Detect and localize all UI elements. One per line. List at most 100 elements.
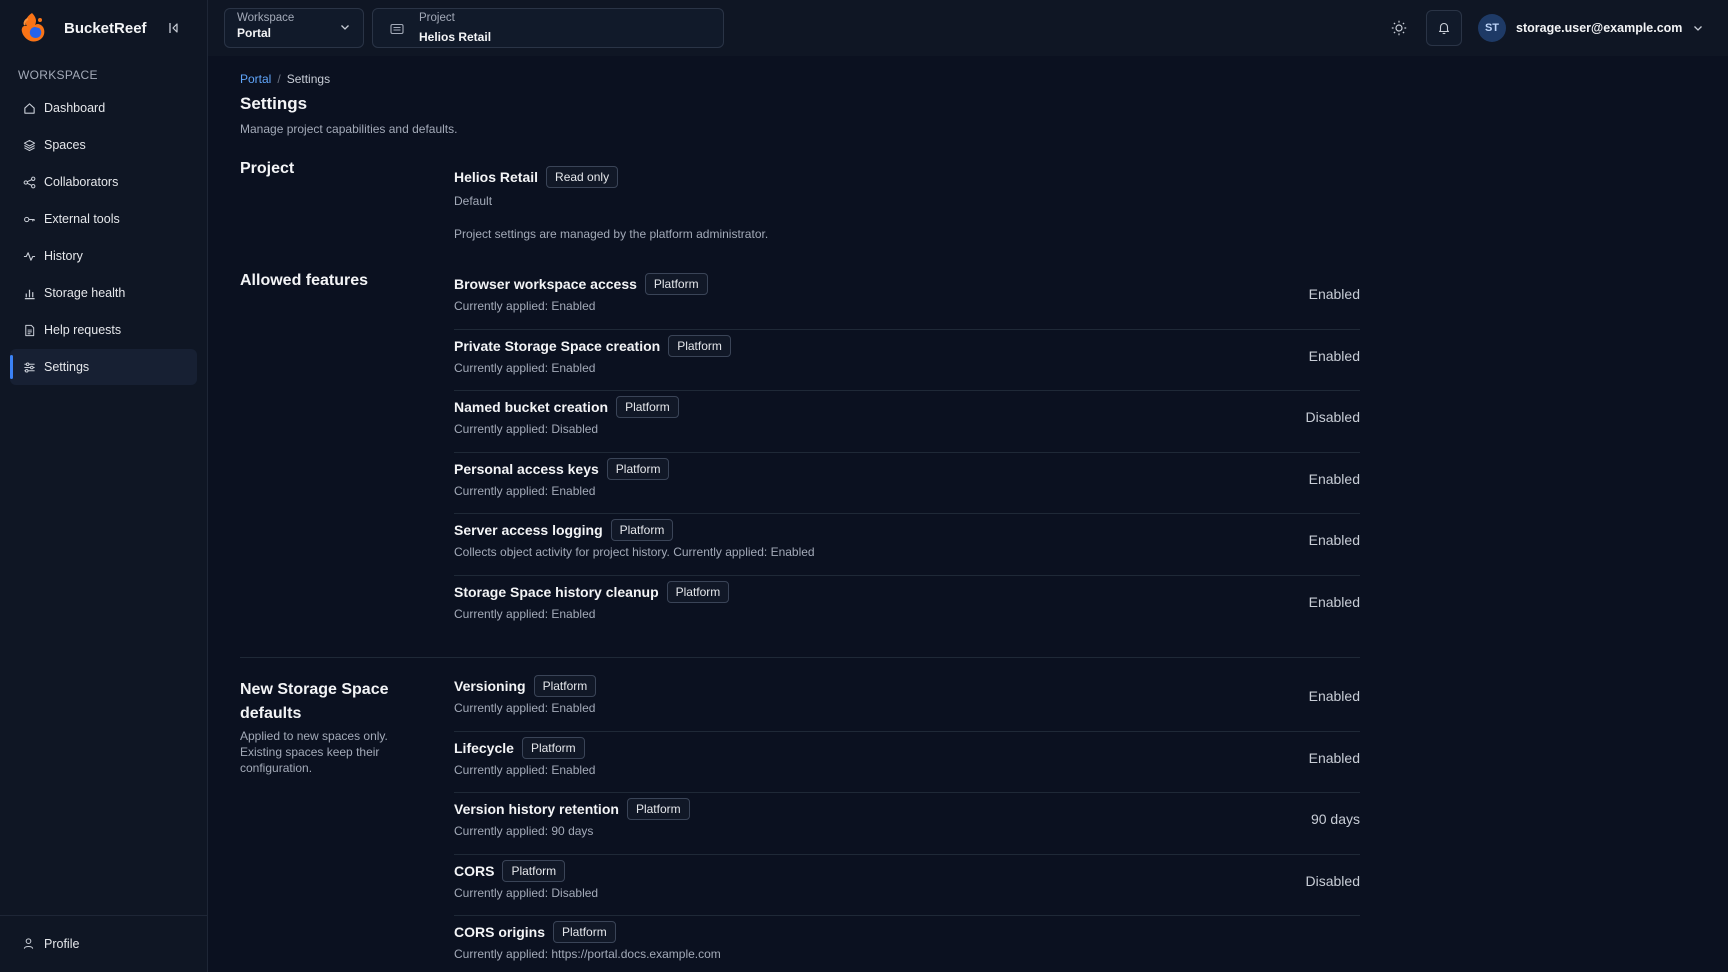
breadcrumb-root-link[interactable]: Portal bbox=[240, 72, 271, 86]
share-icon bbox=[22, 175, 36, 189]
user-menu[interactable]: ST storage.user@example.com bbox=[1478, 14, 1704, 42]
home-icon bbox=[22, 101, 36, 115]
default-row-cors: CORS Platform Currently applied: Disabled… bbox=[454, 855, 1360, 917]
sidebar-item-label: External tools bbox=[44, 212, 120, 226]
feature-applied-status: Currently applied: Enabled bbox=[454, 299, 596, 313]
theme-toggle-button[interactable] bbox=[1390, 19, 1408, 37]
project-admin-note: Project settings are managed by the plat… bbox=[454, 227, 769, 241]
allowed-features-list: Browser workspace access Platform Current… bbox=[454, 268, 1360, 638]
new-defaults-title: New Storage Space defaults bbox=[240, 681, 389, 722]
platform-badge: Platform bbox=[606, 457, 670, 480]
sidebar-section-label: WORKSPACE bbox=[18, 68, 98, 82]
app-name: BucketReef bbox=[64, 19, 147, 37]
default-applied-status: Currently applied: https://portal.docs.e… bbox=[454, 947, 721, 962]
project-select-label: Project bbox=[419, 12, 455, 24]
feature-applied-status: Currently applied: Disabled bbox=[454, 422, 599, 437]
user-email: storage.user@example.com bbox=[1516, 21, 1683, 35]
feature-title: Server access logging bbox=[454, 522, 603, 539]
feature-title: Personal access keys bbox=[454, 460, 599, 477]
sun-icon bbox=[1391, 20, 1407, 36]
platform-badge: Platform bbox=[644, 273, 708, 295]
sidebar-item-settings[interactable]: Settings bbox=[10, 349, 197, 385]
collapse-icon bbox=[169, 23, 178, 33]
feature-row-named-bucket-creation: Named bucket creation Platform Currently … bbox=[454, 391, 1360, 453]
workspace-select[interactable]: Workspace Portal bbox=[224, 8, 364, 48]
layers-icon bbox=[22, 138, 36, 152]
file-text-icon bbox=[22, 323, 36, 337]
project-select[interactable]: Project Helios Retail bbox=[372, 8, 724, 48]
bell-icon bbox=[1438, 22, 1450, 35]
project-select-value: Helios Retail bbox=[419, 30, 492, 44]
feature-value: Enabled bbox=[1308, 593, 1360, 610]
sidebar-item-label: Collaborators bbox=[44, 175, 119, 189]
platform-badge: Platform bbox=[610, 519, 674, 542]
sidebar-item-dashboard[interactable]: Dashboard bbox=[10, 90, 197, 126]
project-name: Helios Retail bbox=[454, 169, 539, 185]
platform-badge: Platform bbox=[533, 675, 597, 697]
activity-icon bbox=[22, 249, 36, 263]
default-row-cors-origins: CORS origins Platform Currently applied: … bbox=[454, 916, 1360, 972]
feature-applied-status: Currently applied: Enabled bbox=[454, 360, 596, 375]
feature-value: Enabled bbox=[1308, 286, 1360, 302]
feature-title: Private Storage Space creation bbox=[454, 337, 661, 354]
sidebar-item-history[interactable]: History bbox=[10, 238, 197, 274]
brand[interactable]: BucketReef bbox=[18, 10, 147, 46]
feature-row-private-storage-space-creation: Private Storage Space creation Platform C… bbox=[454, 330, 1360, 392]
feature-applied-status: Collects object activity for project his… bbox=[454, 545, 815, 560]
allowed-features-title: Allowed features bbox=[240, 272, 369, 289]
feature-value: Enabled bbox=[1308, 532, 1360, 549]
default-value: Enabled bbox=[1308, 749, 1360, 766]
sidebar-item-label: Dashboard bbox=[44, 101, 106, 115]
sidebar-item-label: Settings bbox=[44, 360, 90, 374]
sidebar: BucketReef WORKSPACE Dashboard Spaces Co… bbox=[0, 0, 208, 972]
sidebar-item-label: Spaces bbox=[44, 138, 86, 152]
default-title: Lifecycle bbox=[454, 739, 514, 756]
logo-icon bbox=[21, 13, 45, 42]
platform-badge: Platform bbox=[553, 921, 616, 944]
sidebar-item-label: Profile bbox=[44, 937, 80, 951]
sidebar-item-help-requests[interactable]: Help requests bbox=[10, 312, 197, 348]
default-applied-status: Currently applied: 90 days bbox=[454, 824, 594, 839]
new-defaults-list: Versioning Platform Currently applied: En… bbox=[454, 670, 1360, 972]
default-value: Disabled bbox=[1305, 872, 1360, 889]
platform-badge: Platform bbox=[502, 859, 566, 882]
default-title: Version history retention bbox=[454, 801, 619, 818]
platform-badge: Platform bbox=[626, 798, 690, 821]
feature-row-storage-space-history-cleanup: Storage Space history cleanup Platform Cu… bbox=[454, 576, 1360, 638]
sidebar-item-spaces[interactable]: Spaces bbox=[10, 127, 197, 163]
feature-row-personal-access-keys: Personal access keys Platform Currently a… bbox=[454, 453, 1360, 515]
feature-title: Browser workspace access bbox=[454, 276, 637, 292]
default-title: CORS origins bbox=[454, 924, 546, 941]
new-defaults-description: Applied to new spaces only. Existing spa… bbox=[240, 729, 388, 775]
key-icon bbox=[22, 212, 36, 226]
feature-row-browser-workspace-access: Browser workspace access Platform Current… bbox=[454, 268, 1360, 330]
collapse-sidebar-button[interactable] bbox=[164, 18, 184, 38]
sidebar-item-profile[interactable]: Profile bbox=[22, 937, 79, 951]
sidebar-item-label: Help requests bbox=[44, 323, 122, 337]
notifications-button[interactable] bbox=[1426, 10, 1462, 46]
feature-value: Enabled bbox=[1308, 470, 1360, 487]
bar-chart-icon bbox=[22, 286, 36, 300]
feature-title: Storage Space history cleanup bbox=[454, 583, 659, 600]
section-divider bbox=[240, 657, 1360, 658]
sidebar-item-label: Storage health bbox=[44, 286, 126, 300]
page-title: Settings bbox=[240, 94, 308, 113]
sidebar-item-storage-health[interactable]: Storage health bbox=[10, 275, 197, 311]
top-bar: Workspace Portal Project Helios Retail S… bbox=[208, 0, 1728, 56]
user-icon bbox=[22, 937, 36, 951]
default-row-version-history-retention: Version history retention Platform Curren… bbox=[454, 793, 1360, 855]
feature-value: Disabled bbox=[1305, 409, 1360, 426]
read-only-badge: Read only bbox=[546, 166, 619, 188]
sliders-icon bbox=[22, 360, 36, 374]
breadcrumb-current: Settings bbox=[286, 72, 331, 86]
default-applied-status: Currently applied: Enabled bbox=[454, 762, 596, 777]
page-subtitle: Manage project capabilities and defaults… bbox=[240, 122, 458, 136]
feature-row-server-access-logging: Server access logging Platform Collects o… bbox=[454, 514, 1360, 576]
sidebar-item-external-tools[interactable]: External tools bbox=[10, 201, 197, 237]
feature-applied-status: Currently applied: Enabled bbox=[454, 483, 596, 498]
sidebar-item-collaborators[interactable]: Collaborators bbox=[10, 164, 197, 200]
breadcrumb: Portal / Settings bbox=[240, 72, 330, 86]
workspace-select-label: Workspace bbox=[237, 12, 295, 24]
platform-badge: Platform bbox=[668, 334, 731, 357]
chevron-down-icon bbox=[341, 25, 349, 30]
